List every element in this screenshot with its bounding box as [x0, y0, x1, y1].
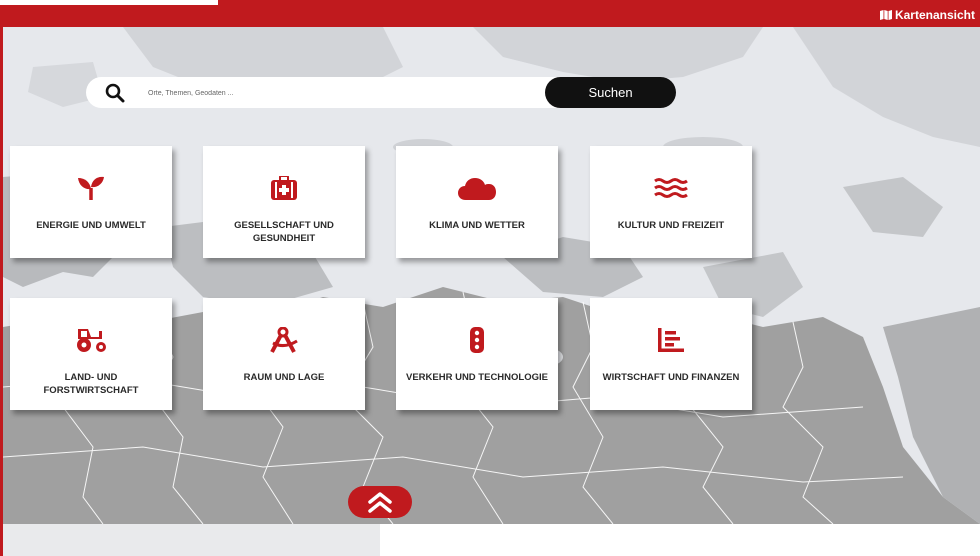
tractor-icon [10, 328, 172, 352]
water-icon [590, 176, 752, 200]
double-chevron-up-icon [368, 492, 392, 513]
search-input[interactable] [148, 86, 528, 100]
category-tile-land[interactable]: LAND- UND FORSTWIRTSCHAFT [10, 298, 172, 410]
category-label: KLIMA UND WETTER [429, 220, 525, 231]
map-view-link[interactable]: Kartenansicht [879, 8, 975, 22]
traffic-light-icon [396, 327, 558, 353]
scroll-up-button[interactable] [348, 486, 412, 518]
category-tile-raum[interactable]: RAUM UND LAGE [203, 298, 365, 410]
category-label: VERKEHR UND TECHNOLOGIE [406, 372, 548, 383]
footer-gray-area [3, 524, 380, 556]
category-label: KULTUR UND FREIZEIT [617, 220, 725, 231]
top-bar: Kartenansicht [0, 0, 980, 27]
map-view-label: Kartenansicht [894, 8, 975, 22]
map-icon [879, 10, 892, 20]
drafting-compass-icon [203, 327, 365, 353]
medkit-icon [203, 176, 365, 200]
search-button[interactable]: Suchen [545, 77, 676, 108]
category-tile-energie[interactable]: ENERGIE UND UMWELT [10, 146, 172, 258]
category-label: RAUM UND LAGE [243, 372, 325, 383]
seedling-icon [10, 176, 172, 200]
category-label: WIRTSCHAFT UND FINANZEN [602, 372, 740, 383]
category-label: LAND- UND FORSTWIRTSCHAFT [43, 372, 139, 396]
category-tile-wirtschaft[interactable]: WIRTSCHAFT UND FINANZEN [590, 298, 752, 410]
top-bar-notch [0, 0, 218, 5]
category-label: GESELLSCHAFT UND GESUNDHEIT [234, 220, 334, 244]
category-tile-gesellschaft[interactable]: GESELLSCHAFT UND GESUNDHEIT [203, 146, 365, 258]
category-tile-klima[interactable]: KLIMA UND WETTER [396, 146, 558, 258]
category-tile-verkehr[interactable]: VERKEHR UND TECHNOLOGIE [396, 298, 558, 410]
cloud-icon [396, 176, 558, 200]
search-icon[interactable] [105, 83, 125, 108]
category-tile-kultur[interactable]: KULTUR UND FREIZEIT [590, 146, 752, 258]
category-label: ENERGIE UND UMWELT [36, 220, 146, 231]
bar-chart-icon [590, 328, 752, 352]
